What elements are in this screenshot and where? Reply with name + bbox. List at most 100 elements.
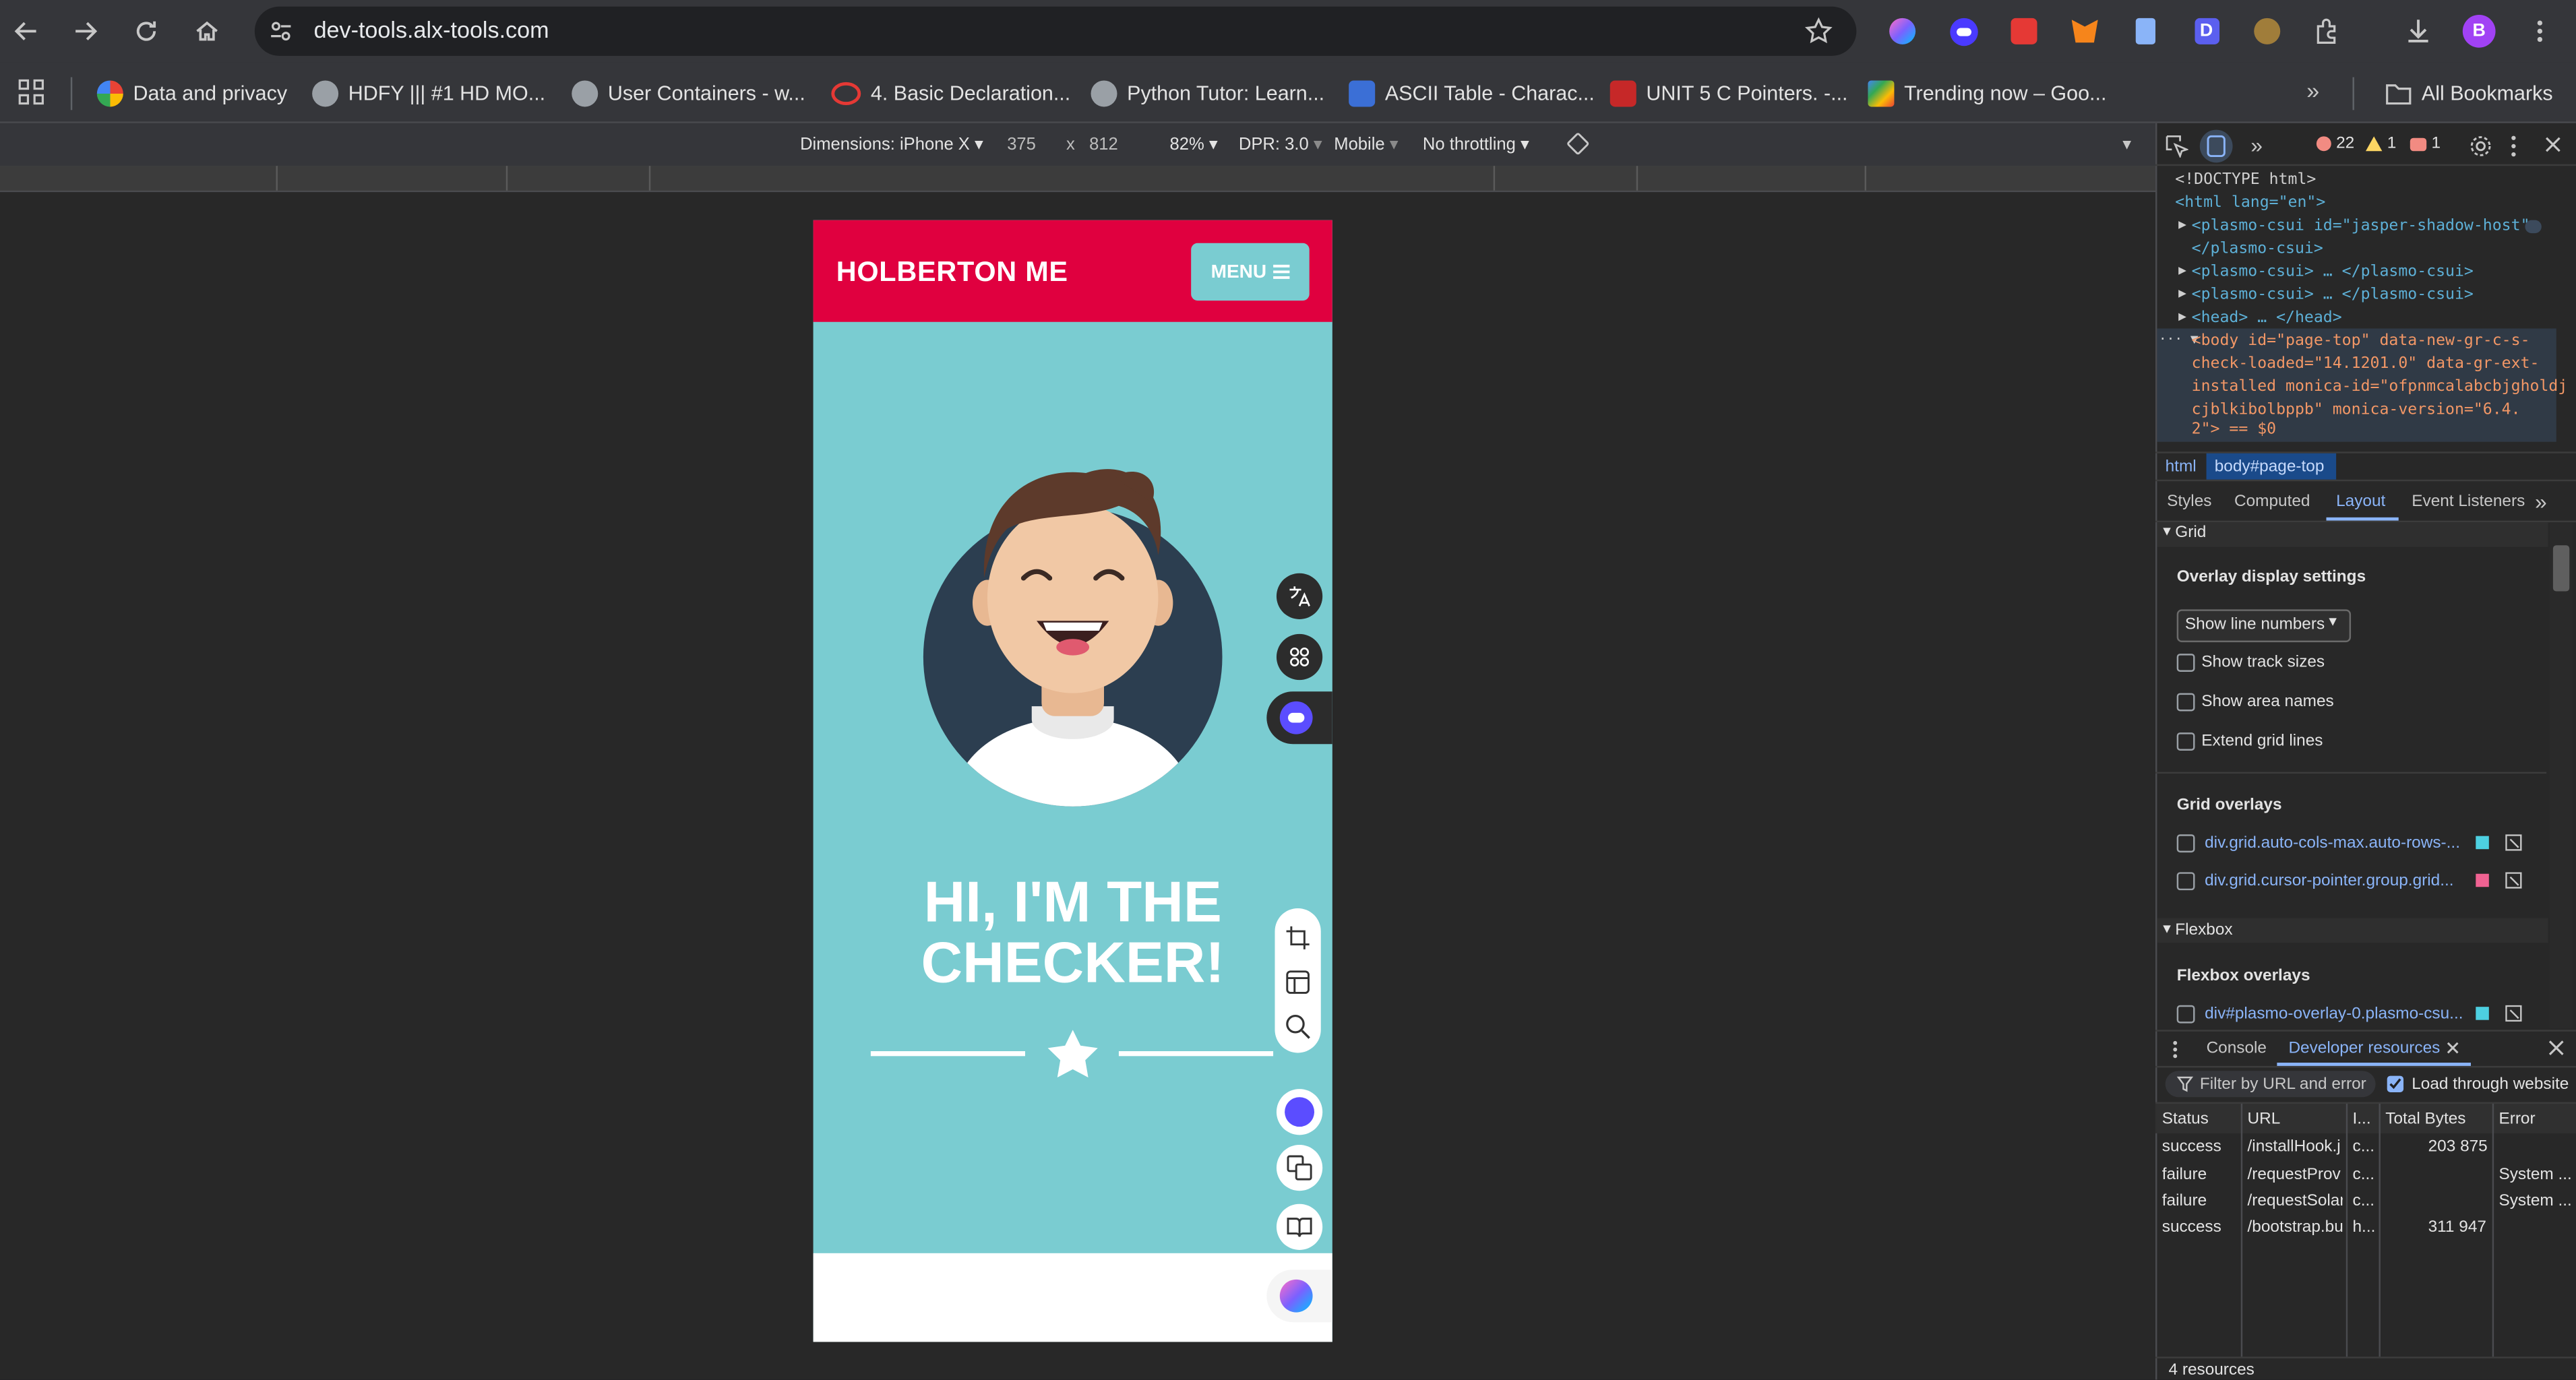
bookmark-item[interactable]: UNIT 5 C Pointers. -... <box>1609 77 1848 111</box>
grid-overlay-checkbox[interactable] <box>2176 872 2195 891</box>
flexbox-overlay-link[interactable]: div#plasmo-overlay-0.plasmo-csu... <box>2205 1005 2463 1024</box>
reveal-node-icon[interactable] <box>2505 872 2522 889</box>
dom-ellipsis-badge[interactable] <box>2525 220 2542 234</box>
bookmark-item[interactable]: ASCII Table - Charac... <box>1349 77 1595 111</box>
document-extension-icon[interactable] <box>2128 13 2164 50</box>
monica-launcher-icon[interactable] <box>1266 691 1332 745</box>
flexbox-overlay-checkbox[interactable] <box>2176 1005 2195 1024</box>
dom-scrollbar[interactable] <box>2554 171 2565 441</box>
breadcrumb-body[interactable]: body#page-top <box>2215 458 2325 476</box>
grid-overlay-checkbox[interactable] <box>2176 834 2195 853</box>
rotate-icon[interactable] <box>1566 131 1591 156</box>
devtools-menu-icon[interactable] <box>2511 135 2517 158</box>
issues-count[interactable]: 1 <box>2432 135 2441 153</box>
show-area-names-checkbox[interactable] <box>2176 693 2195 712</box>
extensions-puzzle-icon[interactable] <box>2310 13 2346 50</box>
device-options-icon[interactable]: ▾ <box>2122 135 2131 154</box>
star-icon[interactable] <box>1804 16 1833 46</box>
url-text[interactable]: dev-tools.alx-tools.com <box>314 16 549 42</box>
forward-button[interactable] <box>67 13 104 50</box>
resource-url[interactable]: /requestProv <box>2248 1166 2343 1185</box>
resource-status[interactable]: failure <box>2162 1166 2207 1185</box>
translate-icon[interactable] <box>1276 573 1323 619</box>
tab-computed[interactable]: Computed <box>2234 493 2310 511</box>
tab-layout[interactable]: Layout <box>2336 493 2385 511</box>
column-error[interactable]: Error <box>2498 1110 2535 1129</box>
media-extension-icon[interactable] <box>2006 13 2042 50</box>
dom-doctype[interactable]: <!DOCTYPE html> <box>2175 171 2316 189</box>
overlay-color-swatch[interactable] <box>2476 836 2489 850</box>
error-count[interactable]: 22 <box>2336 135 2354 153</box>
column-total-bytes[interactable]: Total Bytes <box>2385 1110 2465 1129</box>
download-icon[interactable] <box>2400 13 2436 50</box>
browser-menu-icon[interactable] <box>2522 13 2558 50</box>
expand-arrow-icon[interactable]: ▶ <box>2178 217 2186 232</box>
tab-event-listeners[interactable]: Event Listeners <box>2412 493 2525 511</box>
column-status[interactable]: Status <box>2162 1110 2209 1129</box>
column-initiator[interactable]: I... <box>2353 1110 2371 1129</box>
show-track-sizes-checkbox[interactable] <box>2176 654 2195 672</box>
throttling-select[interactable]: No throttling ▾ <box>1423 135 1529 154</box>
resource-status[interactable]: success <box>2162 1138 2221 1156</box>
resource-status[interactable]: success <box>2162 1219 2221 1237</box>
grid-overlay-link[interactable]: div.grid.auto-cols-max.auto-rows-... <box>2205 834 2460 852</box>
bookmark-item[interactable]: Python Tutor: Learn... <box>1091 77 1324 111</box>
mobile-select[interactable]: Mobile ▾ <box>1334 135 1398 154</box>
dom-plasmo-csui[interactable]: <plasmo-csui> … </plasmo-csui> <box>2192 263 2474 281</box>
warning-count[interactable]: 1 <box>2387 135 2397 153</box>
profile-avatar[interactable]: B <box>2461 13 2497 50</box>
close-icon[interactable] <box>2545 136 2561 152</box>
crop-icon[interactable] <box>1285 924 1311 951</box>
dom-plasmo-csui[interactable]: <plasmo-csui id="jasper-shadow-host"> <box>2192 217 2540 235</box>
breadcrumb-html[interactable]: html <box>2166 458 2197 476</box>
drawer-menu-icon[interactable] <box>2172 1040 2178 1059</box>
home-button[interactable] <box>189 13 225 50</box>
close-tab-icon[interactable] <box>2446 1041 2459 1055</box>
table-icon[interactable] <box>1285 969 1311 995</box>
all-bookmarks[interactable]: All Bookmarks <box>2385 77 2553 111</box>
load-through-checkbox[interactable] <box>2387 1075 2404 1092</box>
circle-extension-icon[interactable] <box>2249 13 2286 50</box>
more-tabs-icon[interactable]: » <box>2250 133 2263 158</box>
drawer-tab-developer-resources[interactable]: Developer resources <box>2288 1040 2440 1058</box>
bookmark-item[interactable]: Trending now – Goo... <box>1868 77 2106 111</box>
bookmark-item[interactable]: HDFY ||| #1 HD MO... <box>312 77 545 111</box>
height-input[interactable]: 812 <box>1089 135 1118 154</box>
more-bookmarks-icon[interactable]: » <box>2306 77 2319 104</box>
dom-head[interactable]: <head> … </head> <box>2192 309 2342 327</box>
resource-url[interactable]: /bootstrap.bu <box>2248 1219 2343 1237</box>
resource-url[interactable]: /requestSolar <box>2248 1193 2343 1211</box>
extend-grid-lines-checkbox[interactable] <box>2176 732 2195 751</box>
device-toggle-button[interactable] <box>2199 129 2233 163</box>
brain-extension-icon[interactable] <box>1884 13 1921 50</box>
brain-icon[interactable] <box>1276 1089 1323 1135</box>
close-drawer-icon[interactable] <box>2548 1040 2565 1056</box>
site-logo[interactable]: HOLBERTON ME <box>836 256 1068 289</box>
grid-overlay-link[interactable]: div.grid.cursor-pointer.group.grid... <box>2205 872 2453 890</box>
expand-arrow-icon[interactable]: ▶ <box>2178 286 2186 301</box>
bookmark-item[interactable]: 4. Basic Declaration... <box>831 77 1070 111</box>
resource-url[interactable]: /installHook.j <box>2248 1138 2343 1156</box>
back-button[interactable] <box>8 13 44 50</box>
menu-button[interactable]: MENU <box>1191 243 1310 301</box>
overlay-color-swatch[interactable] <box>2476 1007 2489 1020</box>
assistant-brain-icon[interactable] <box>1266 1269 1332 1323</box>
resource-status[interactable]: failure <box>2162 1193 2207 1211</box>
reveal-node-icon[interactable] <box>2505 1005 2522 1022</box>
grid-section-header[interactable] <box>2157 522 2548 547</box>
zoom-select[interactable]: 82% ▾ <box>1170 135 1218 154</box>
drawer-tab-console[interactable]: Console <box>2207 1040 2267 1058</box>
layout-scrollbar[interactable] <box>2550 522 2573 1028</box>
column-url[interactable]: URL <box>2248 1110 2281 1129</box>
site-info-icon[interactable] <box>268 18 294 44</box>
monica-extension-icon[interactable] <box>1945 13 1982 50</box>
dom-plasmo-csui[interactable]: <plasmo-csui> … </plasmo-csui> <box>2192 286 2474 304</box>
width-input[interactable]: 375 <box>1007 135 1036 154</box>
tab-styles[interactable]: Styles <box>2167 493 2211 511</box>
translate-doc-icon[interactable] <box>1276 1144 1323 1191</box>
inspect-element-icon[interactable] <box>2166 135 2188 158</box>
more-tabs-icon[interactable]: » <box>2535 489 2547 514</box>
expand-arrow-icon[interactable]: ▶ <box>2178 309 2186 323</box>
apps-grid-icon[interactable] <box>18 79 44 105</box>
dom-html[interactable]: <html lang="en"> <box>2175 194 2325 212</box>
